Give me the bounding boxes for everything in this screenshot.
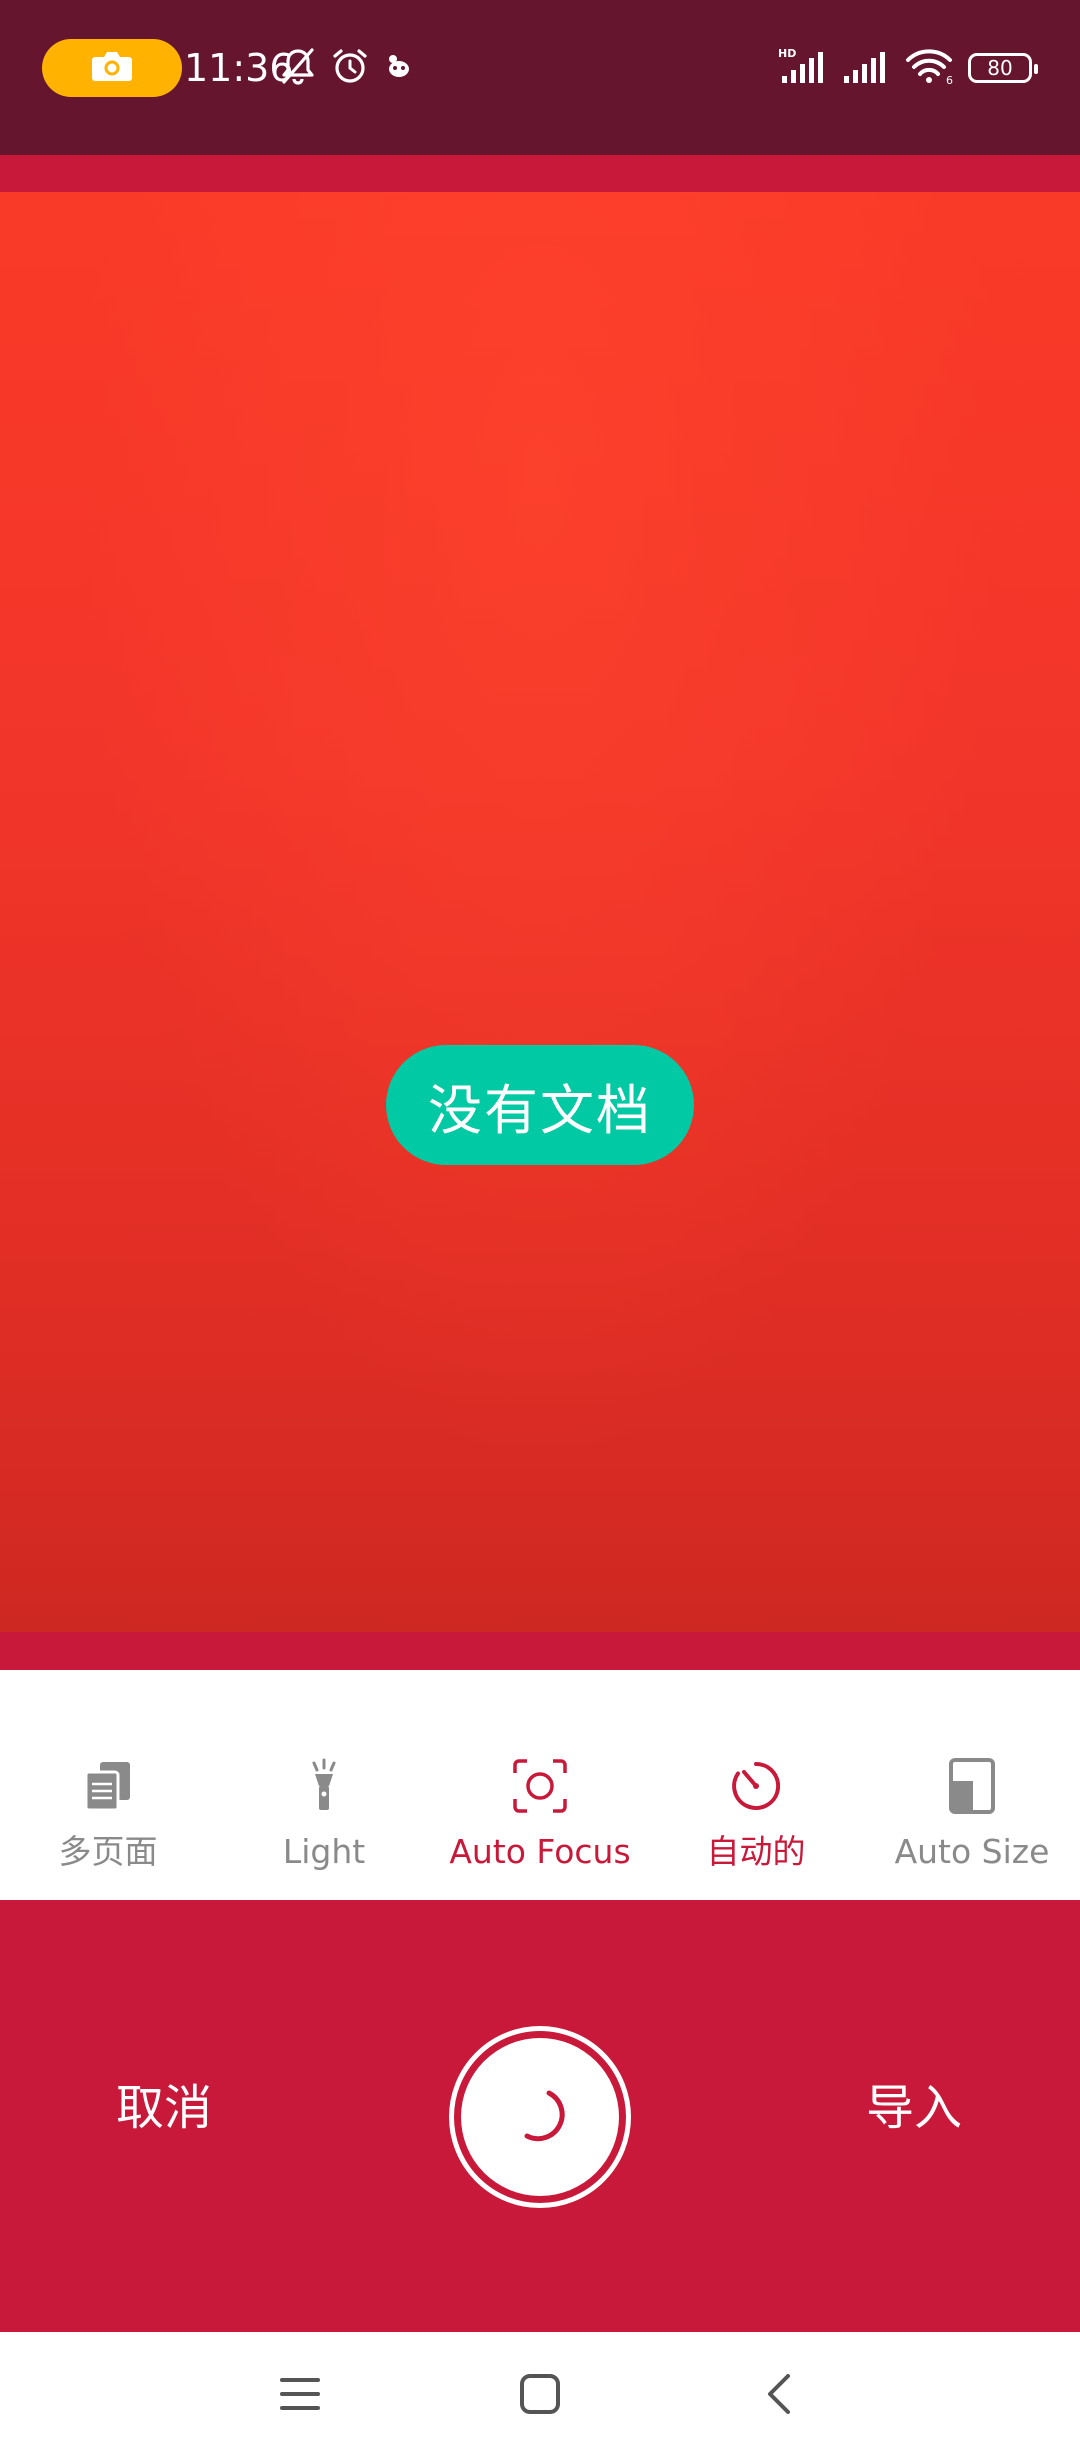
focus-icon xyxy=(510,1756,570,1816)
home-button[interactable] xyxy=(500,2356,580,2436)
option-label: 多页面 xyxy=(58,1832,158,1871)
menu-icon xyxy=(278,2374,322,2418)
option-label: Auto Focus xyxy=(449,1832,631,1871)
loading-spinner-icon xyxy=(505,2080,575,2154)
option-auto-focus[interactable]: Auto Focus xyxy=(432,1670,648,1900)
battery-icon: 80 xyxy=(968,53,1038,83)
menu-button[interactable] xyxy=(260,2356,340,2436)
shutter-button[interactable] xyxy=(449,2026,631,2208)
page-size-icon xyxy=(942,1756,1002,1816)
status-time: 11:36 xyxy=(184,46,294,90)
import-button[interactable]: 导入 xyxy=(866,2078,962,2138)
alarm-icon xyxy=(330,46,370,90)
cancel-button[interactable]: 取消 xyxy=(116,2078,212,2138)
option-auto-capture[interactable]: 自动的 xyxy=(648,1670,864,1900)
options-bar: 多页面 Light Auto Focus 自动的 Auto Size xyxy=(0,1670,1080,1900)
scanner-screen: 11:36 HD 6 80 没有文档 多页面 Light Auto Focus … xyxy=(0,0,1080,2460)
camera-preview[interactable]: 没有文档 xyxy=(0,192,1080,1632)
no-document-badge: 没有文档 xyxy=(386,1045,694,1165)
back-button[interactable] xyxy=(740,2356,820,2436)
flashlight-icon xyxy=(294,1756,354,1816)
svg-text:HD: HD xyxy=(778,47,796,60)
status-right-icons: HD 6 80 xyxy=(778,44,1038,92)
option-label: Light xyxy=(282,1832,366,1871)
signal-hd-icon: HD xyxy=(778,46,830,90)
wifi-icon: 6 xyxy=(904,46,956,90)
timer-icon xyxy=(726,1756,786,1816)
option-auto-size[interactable]: Auto Size xyxy=(864,1670,1080,1900)
option-label: Auto Size xyxy=(894,1832,1050,1871)
status-left-icons xyxy=(280,44,414,92)
signal-icon xyxy=(842,46,892,90)
option-light[interactable]: Light xyxy=(216,1670,432,1900)
notification-app-icon xyxy=(384,51,414,85)
status-bar: 11:36 HD 6 80 xyxy=(0,0,1080,155)
shutter-inner xyxy=(461,2038,619,2196)
navigation-bar xyxy=(0,2332,1080,2460)
back-icon xyxy=(762,2370,798,2422)
multi-page-icon xyxy=(78,1756,138,1816)
option-label: 自动的 xyxy=(706,1832,806,1871)
screen-recorder-pill[interactable] xyxy=(42,39,182,97)
option-multi-page[interactable]: 多页面 xyxy=(0,1670,216,1900)
preview-top-band xyxy=(0,155,1080,192)
battery-level: 80 xyxy=(987,56,1013,80)
bell-off-icon xyxy=(280,46,316,90)
home-icon xyxy=(518,2372,562,2420)
svg-text:6: 6 xyxy=(946,74,953,86)
camera-icon xyxy=(91,49,133,87)
capture-controls: 取消 导入 xyxy=(0,1900,1080,2332)
preview-bottom-band xyxy=(0,1632,1080,1670)
